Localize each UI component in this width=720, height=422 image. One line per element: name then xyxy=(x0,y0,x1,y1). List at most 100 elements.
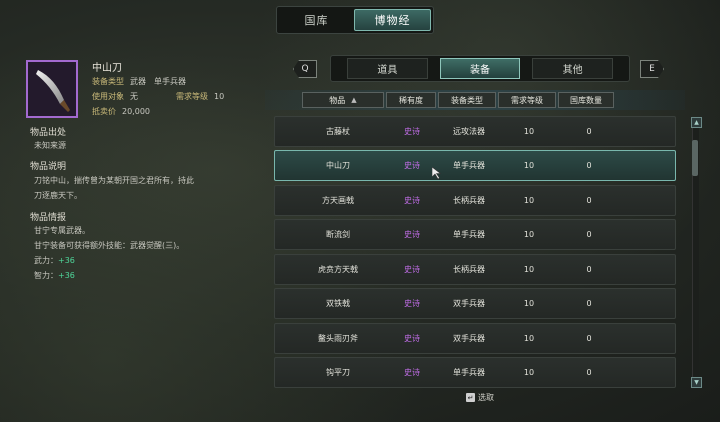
col-header-type[interactable]: 装备类型 xyxy=(438,92,496,108)
stat-strength: 武力：+36 xyxy=(34,255,75,266)
table-row[interactable]: 虎贲方天戟 史诗 长柄兵器 10 0 xyxy=(274,254,676,285)
scroll-up-button[interactable]: ▲ xyxy=(691,117,702,128)
category-tab-bar: 道具 装备 其他 xyxy=(330,55,630,82)
item-type-label: 装备类型 xyxy=(92,77,124,86)
col-header-item[interactable]: 物品 ▲ xyxy=(302,92,384,108)
origin-title: 物品出处 xyxy=(30,128,67,138)
row-level: 10 xyxy=(523,265,535,274)
row-rarity: 史诗 xyxy=(404,299,420,308)
tab-equipment[interactable]: 装备 xyxy=(439,58,521,79)
stat-strength-value: +36 xyxy=(58,256,75,265)
row-type: 长柄兵器 xyxy=(453,265,485,274)
description-line-1: 刀铭中山，揣传曾为某朝开国之君所有，持此 xyxy=(34,176,194,185)
row-quantity: 0 xyxy=(586,196,592,205)
row-quantity: 0 xyxy=(586,127,592,136)
row-item-name: 方天画戟 xyxy=(322,196,354,205)
item-name: 中山刀 xyxy=(92,63,122,74)
row-item-name: 中山刀 xyxy=(326,161,350,170)
description-title: 物品说明 xyxy=(30,162,67,172)
item-level-value: 10 xyxy=(214,92,225,101)
row-item-name: 古藤杖 xyxy=(326,127,350,136)
row-item-name: 双铁戟 xyxy=(326,299,350,308)
item-type-row: 装备类型 武器 单手兵器 xyxy=(92,76,186,87)
origin-text: 未知来源 xyxy=(34,141,66,150)
stat-strength-label: 武力： xyxy=(34,256,58,265)
row-rarity: 史诗 xyxy=(404,368,420,377)
col-header-rarity[interactable]: 稀有度 xyxy=(386,92,436,108)
col-header-item-label: 物品 xyxy=(329,95,346,105)
tab-treasury[interactable]: 国库 xyxy=(279,9,354,31)
row-item-name: 虎贲方天戟 xyxy=(318,265,358,274)
sort-asc-icon: ▲ xyxy=(351,96,357,104)
item-type-value: 武器 单手兵器 xyxy=(130,77,186,86)
item-price-label: 抵卖价 xyxy=(92,107,116,116)
enter-key-icon: ↵ xyxy=(466,393,475,402)
select-hint-label: 选取 xyxy=(478,393,494,402)
row-rarity: 史诗 xyxy=(404,196,420,205)
stat-intellect-label: 智力： xyxy=(34,271,58,280)
item-target-row: 使用对象无 xyxy=(92,91,138,102)
item-target-value: 无 xyxy=(130,92,138,101)
select-hint[interactable]: ↵ 选取 xyxy=(466,392,494,403)
scrollbar-thumb[interactable] xyxy=(692,140,698,176)
next-category-key[interactable]: E xyxy=(640,60,664,78)
row-type: 长柄兵器 xyxy=(453,196,485,205)
mouse-cursor-icon xyxy=(432,167,442,179)
row-level: 10 xyxy=(523,196,535,205)
row-type: 远攻法器 xyxy=(453,127,485,136)
item-price-value: 20,000 xyxy=(122,107,150,116)
row-item-name: 断流剑 xyxy=(326,230,350,239)
row-type: 双手兵器 xyxy=(453,299,485,308)
table-row[interactable]: 古藤杖 史诗 远攻法器 10 0 xyxy=(274,116,676,147)
row-item-name: 钩平刀 xyxy=(326,368,350,377)
col-header-level[interactable]: 需求等级 xyxy=(498,92,556,108)
table-row[interactable]: 钩平刀 史诗 单手兵器 10 0 xyxy=(274,357,676,388)
row-rarity: 史诗 xyxy=(404,161,420,170)
table-row[interactable]: 鳌头雨刃斧 史诗 双手兵器 10 0 xyxy=(274,323,676,354)
row-quantity: 0 xyxy=(586,334,592,343)
row-level: 10 xyxy=(523,334,535,343)
row-quantity: 0 xyxy=(586,161,592,170)
row-level: 10 xyxy=(523,161,535,170)
stat-intellect-value: +36 xyxy=(58,271,75,280)
row-quantity: 0 xyxy=(586,265,592,274)
row-type: 单手兵器 xyxy=(453,230,485,239)
prev-category-key[interactable]: Q xyxy=(293,60,317,78)
table-row[interactable]: 方天画戟 史诗 长柄兵器 10 0 xyxy=(274,185,676,216)
top-tab-bar: 国库 博物经 xyxy=(276,6,434,34)
row-rarity: 史诗 xyxy=(404,334,420,343)
row-level: 10 xyxy=(523,368,535,377)
row-type: 单手兵器 xyxy=(453,161,485,170)
row-rarity: 史诗 xyxy=(404,230,420,239)
row-rarity: 史诗 xyxy=(404,265,420,274)
table-row[interactable]: 断流剑 史诗 单手兵器 10 0 xyxy=(274,219,676,250)
table-row[interactable]: 双铁戟 史诗 双手兵器 10 0 xyxy=(274,288,676,319)
tab-items[interactable]: 道具 xyxy=(347,58,428,79)
row-type: 单手兵器 xyxy=(453,368,485,377)
row-quantity: 0 xyxy=(586,230,592,239)
row-level: 10 xyxy=(523,127,535,136)
description-line-2: 刀逐鹿天下。 xyxy=(34,191,82,200)
tab-museum[interactable]: 博物经 xyxy=(354,9,431,31)
blade-icon xyxy=(36,70,70,112)
scroll-down-button[interactable]: ▼ xyxy=(691,377,702,388)
row-quantity: 0 xyxy=(586,368,592,377)
info-line-2: 甘宁装备可获得额外技能：武器觉醒(三)。 xyxy=(34,241,185,250)
row-level: 10 xyxy=(523,299,535,308)
info-line-1: 甘宁专属武器。 xyxy=(34,226,90,235)
item-target-label: 使用对象 xyxy=(92,92,124,101)
col-header-quantity[interactable]: 国库数量 xyxy=(558,92,614,108)
row-level: 10 xyxy=(523,230,535,239)
tab-other[interactable]: 其他 xyxy=(532,58,614,79)
row-rarity: 史诗 xyxy=(404,127,420,136)
item-level-label: 需求等级 xyxy=(176,92,208,101)
table-row-selected[interactable]: 中山刀 史诗 单手兵器 10 0 xyxy=(274,150,676,181)
item-thumbnail xyxy=(26,60,78,118)
row-quantity: 0 xyxy=(586,299,592,308)
info-title: 物品情报 xyxy=(30,213,67,223)
item-price-row: 抵卖价 20,000 xyxy=(92,106,150,117)
row-item-name: 鳌头雨刃斧 xyxy=(318,334,358,343)
item-level-row: 需求等级 10 xyxy=(176,91,224,102)
row-type: 双手兵器 xyxy=(453,334,485,343)
stat-intellect: 智力：+36 xyxy=(34,270,75,281)
